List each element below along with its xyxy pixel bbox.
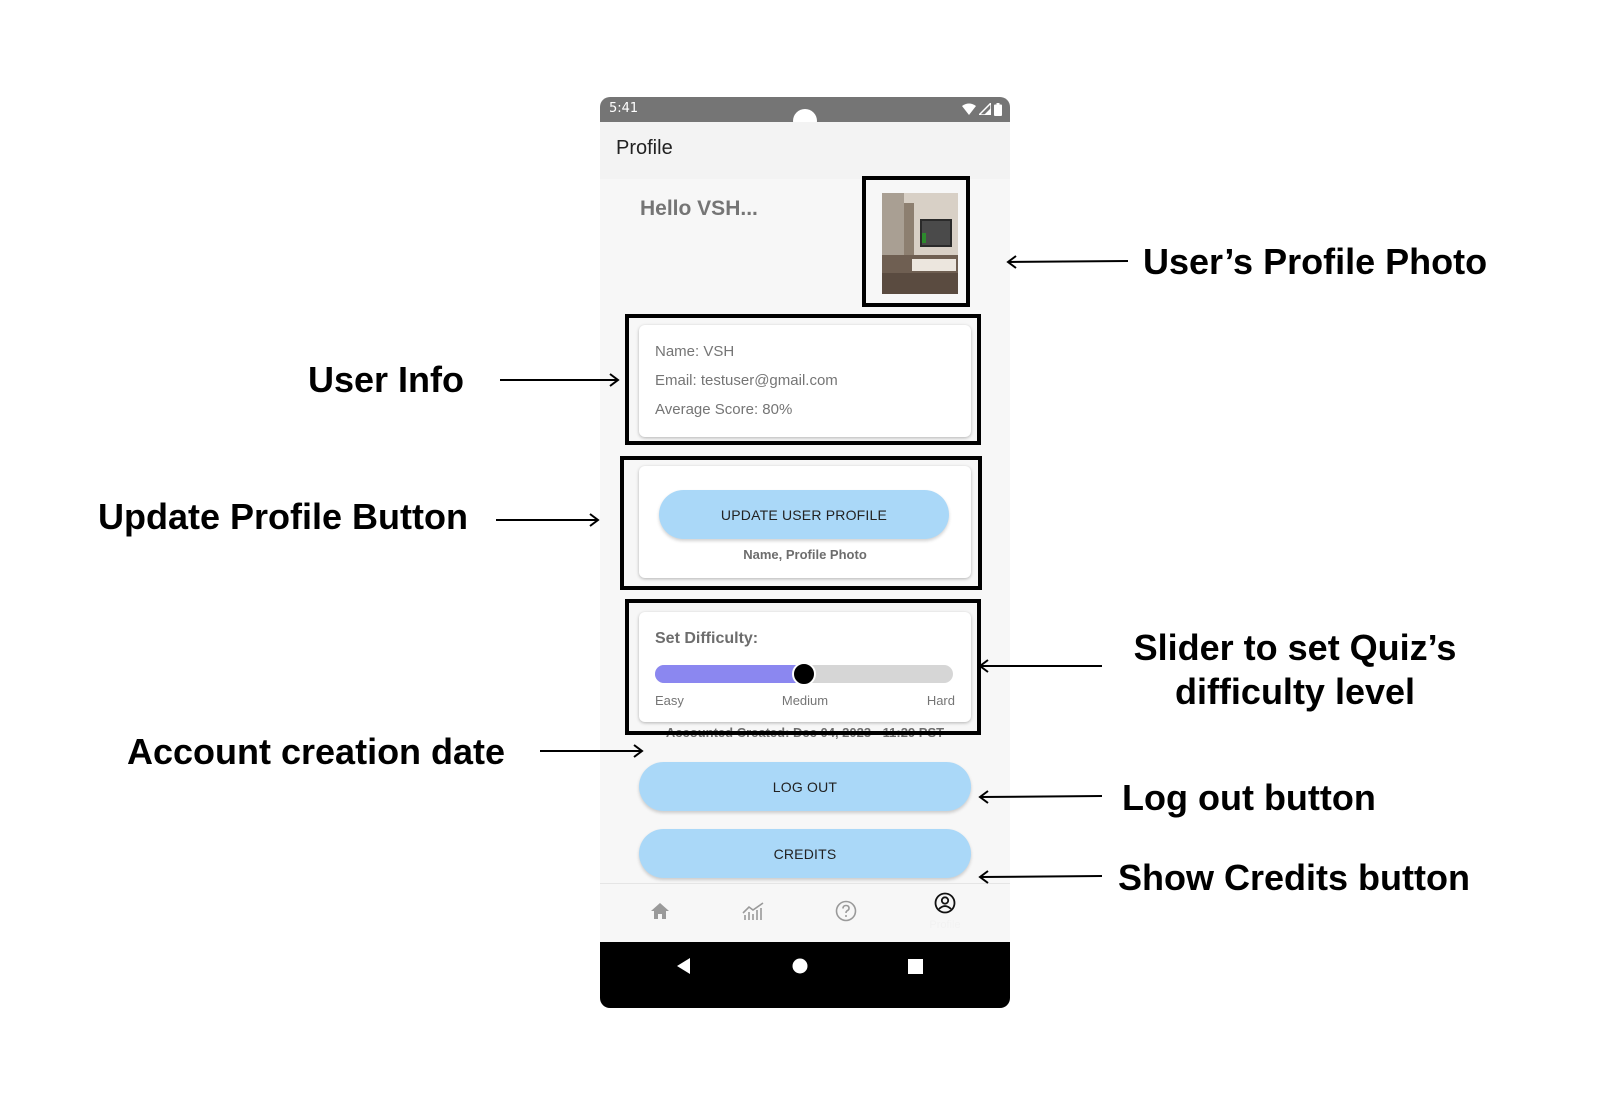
greeting: Hello VSH... xyxy=(640,197,758,220)
nav-help[interactable] xyxy=(831,896,861,926)
nav-profile-label: Profile xyxy=(929,919,961,931)
android-nav-bar xyxy=(600,942,1010,1008)
update-profile-highlight-box xyxy=(620,456,982,590)
callout-user-info: User Info xyxy=(308,359,465,400)
status-icons xyxy=(962,102,1002,116)
wifi-icon xyxy=(962,103,976,115)
slider-highlight-box xyxy=(625,599,981,735)
credits-button[interactable]: CREDITS xyxy=(639,829,971,878)
back-icon[interactable] xyxy=(676,957,692,975)
nav-home[interactable] xyxy=(645,896,675,926)
recents-icon[interactable] xyxy=(908,959,923,974)
callout-profile-photo: User’s Profile Photo xyxy=(1143,241,1488,282)
status-time: 5:41 xyxy=(609,101,639,116)
chart-icon xyxy=(742,902,764,920)
callout-update-profile: Update Profile Button xyxy=(98,496,468,537)
callout-logout: Log out button xyxy=(1122,777,1376,818)
nav-stats[interactable] xyxy=(738,896,768,926)
callout-slider-line1: Slider to set Quiz’s xyxy=(1133,627,1457,668)
bottom-nav: Profile xyxy=(600,883,1010,941)
home-circle-icon[interactable] xyxy=(792,958,808,974)
app-bar: Profile xyxy=(600,122,1010,179)
callout-slider-line2: difficulty level xyxy=(1174,671,1416,712)
signal-icon xyxy=(979,103,991,115)
help-icon xyxy=(835,900,857,922)
battery-icon xyxy=(994,102,1002,116)
user-info-highlight-box xyxy=(625,314,981,445)
profile-icon xyxy=(934,892,956,914)
page-title: Profile xyxy=(616,137,673,159)
home-icon xyxy=(651,903,669,919)
callout-creation-date: Account creation date xyxy=(127,731,506,772)
logout-button[interactable]: LOG OUT xyxy=(639,762,971,811)
callout-credits: Show Credits button xyxy=(1118,857,1470,898)
nav-profile[interactable] xyxy=(930,888,960,918)
profile-photo-highlight-box xyxy=(862,176,970,307)
